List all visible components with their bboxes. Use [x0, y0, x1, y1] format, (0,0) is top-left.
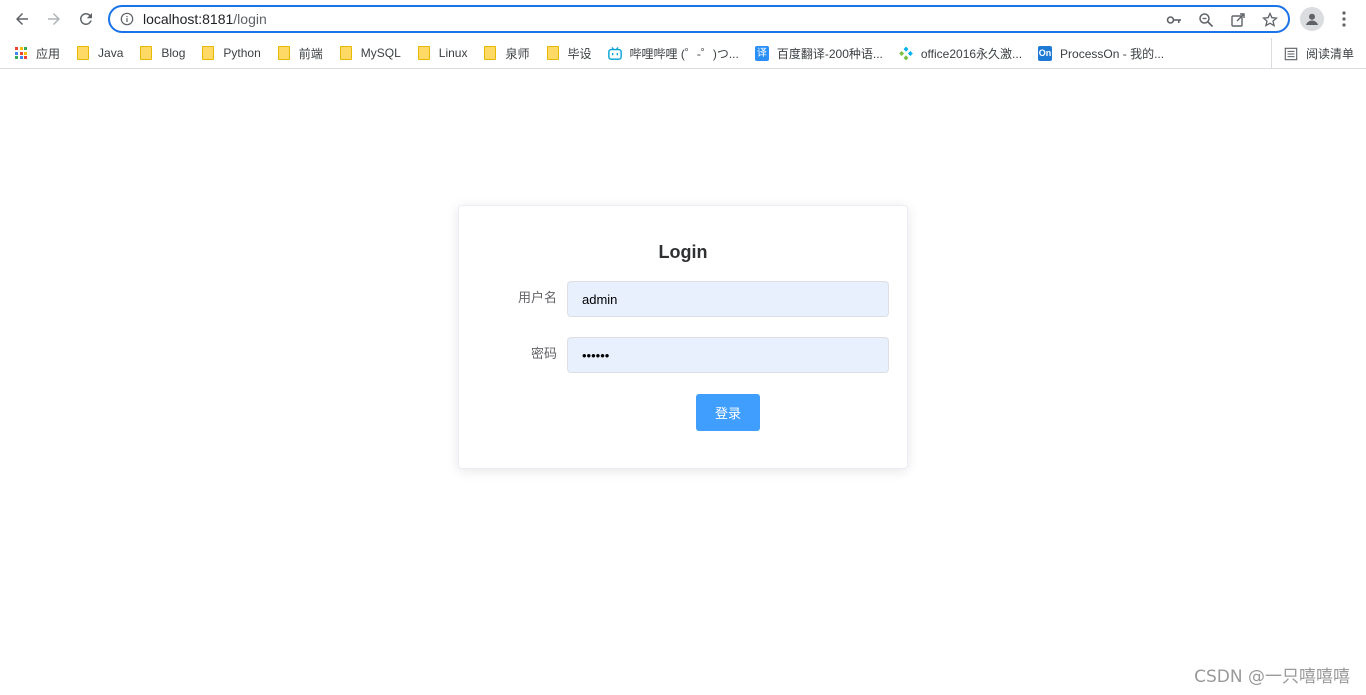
password-label: 密码 [530, 347, 557, 362]
folder-icon [483, 46, 497, 60]
forward-icon[interactable] [42, 7, 66, 31]
zoom-icon[interactable] [1194, 10, 1218, 30]
bookmark-label: 毕设 [567, 46, 592, 61]
folder-icon [139, 46, 153, 60]
password-row: 密码 [459, 337, 907, 373]
username-input[interactable] [567, 281, 889, 317]
bookmark-label: Java [98, 46, 124, 60]
bookmark-label: office2016永久激... [920, 46, 1023, 61]
folder-icon [417, 46, 431, 60]
username-row: 用户名 [459, 281, 907, 317]
bookmark-label: MySQL [360, 46, 401, 60]
bilibili-icon [607, 46, 622, 60]
url-path: /login [233, 11, 267, 27]
reading-list-label: 阅读清单 [1305, 47, 1354, 61]
bookmark-bishe[interactable]: 毕设 [538, 40, 600, 66]
username-label: 用户名 [517, 291, 557, 306]
baidu-translate-icon: 译 [754, 45, 769, 61]
browser-toolbar: localhost:8181/login [0, 0, 1366, 38]
bookmark-java[interactable]: Java [68, 40, 131, 66]
bookmark-label: Linux [438, 46, 468, 60]
password-input[interactable] [567, 337, 889, 373]
bookmark-office[interactable]: office2016永久激... [891, 40, 1030, 66]
key-icon[interactable] [1162, 10, 1186, 30]
folder-icon [277, 46, 291, 60]
bookmarks-bar: 应用 Java Blog Python 前端 MySQL Linux 泉师 毕设… [0, 38, 1366, 69]
bookmark-processon[interactable]: On ProcessOn - 我的... [1030, 40, 1172, 66]
bookmark-label: 应用 [36, 46, 61, 61]
apps-grid-icon [14, 46, 28, 60]
reading-list-icon [1284, 47, 1298, 61]
profile-avatar-icon[interactable] [1300, 7, 1324, 31]
reload-icon[interactable] [74, 7, 98, 31]
bookmark-frontend[interactable]: 前端 [269, 40, 331, 66]
back-icon[interactable] [10, 7, 34, 31]
bookmark-mysql[interactable]: MySQL [331, 40, 409, 66]
processon-icon: On [1038, 45, 1053, 61]
bookmark-label: 哔哩哔哩 (゜-゜)つ... [629, 46, 739, 61]
folder-icon [339, 46, 353, 60]
bookmark-label: Python [223, 46, 261, 60]
bookmark-label: 前端 [298, 46, 323, 61]
bookmark-baidu-translate[interactable]: 译 百度翻译-200种语... [747, 40, 891, 66]
watermark: CSDN @一只嘻嘻嘻 [1194, 667, 1350, 687]
folder-icon [76, 46, 90, 60]
info-icon[interactable] [119, 11, 135, 27]
folder-icon [201, 46, 215, 60]
login-card: Login 用户名 密码 登录 [458, 205, 908, 469]
bookmark-label: 百度翻译-200种语... [776, 46, 883, 61]
bookmark-label: 泉师 [505, 46, 530, 61]
address-bar[interactable]: localhost:8181/login [108, 5, 1290, 33]
login-button[interactable]: 登录 [696, 394, 760, 431]
bookmark-linux[interactable]: Linux [409, 40, 476, 66]
menu-dots-icon[interactable] [1334, 7, 1354, 31]
star-icon[interactable] [1258, 10, 1282, 30]
bookmark-python[interactable]: Python [193, 40, 268, 66]
login-title: Login [658, 242, 708, 262]
folder-icon [546, 46, 560, 60]
bookmark-label: ProcessOn - 我的... [1060, 46, 1165, 61]
bookmark-quanshi[interactable]: 泉师 [475, 40, 537, 66]
bookmark-label: Blog [161, 46, 186, 60]
share-icon[interactable] [1226, 10, 1250, 30]
url-text[interactable]: localhost:8181/login [143, 11, 267, 27]
url-host: localhost:8181 [143, 11, 234, 27]
reading-list[interactable]: 阅读清单 [1270, 38, 1354, 69]
bookmark-apps[interactable]: 应用 [0, 40, 68, 66]
diamond-icon [899, 46, 913, 60]
bookmark-bilibili[interactable]: 哔哩哔哩 (゜-゜)つ... [600, 40, 747, 66]
bookmark-blog[interactable]: Blog [131, 40, 193, 66]
